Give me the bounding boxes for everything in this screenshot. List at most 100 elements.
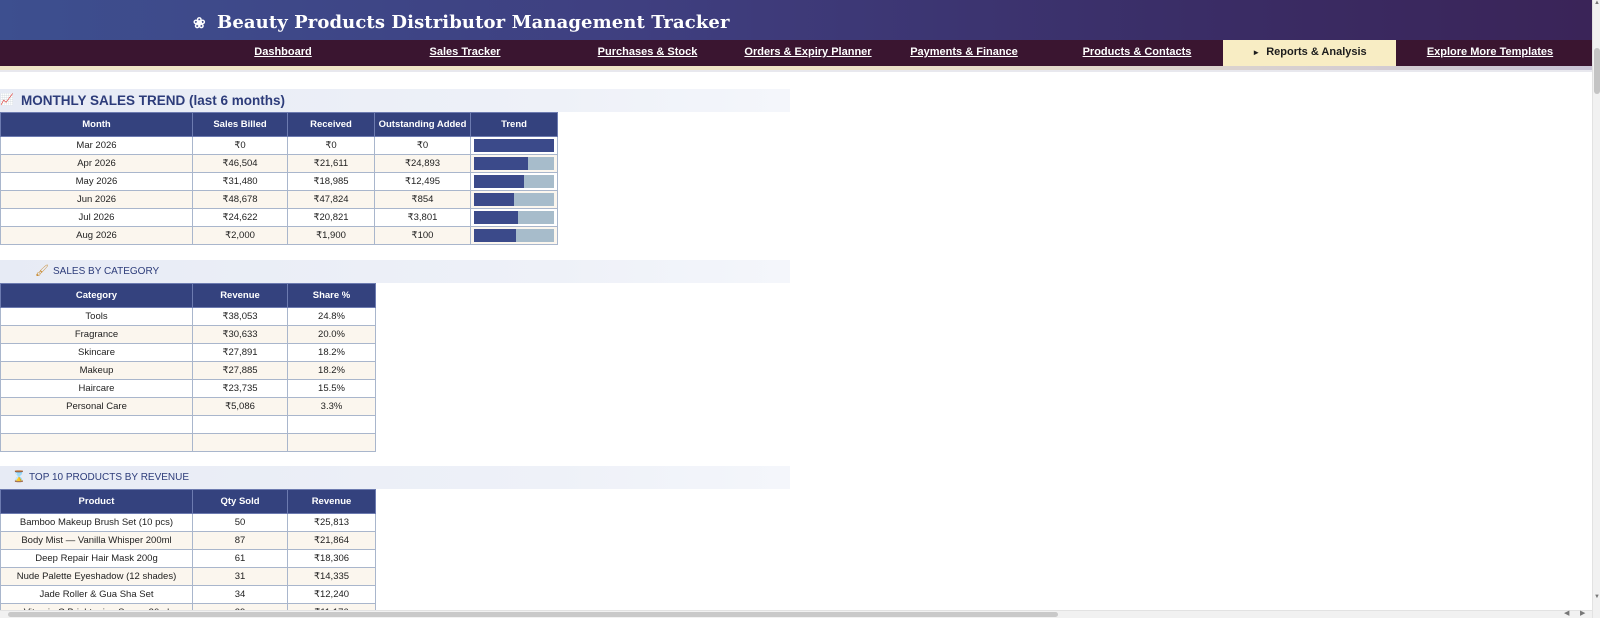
revenue-cell: ₹30,633 [192, 325, 288, 344]
qty-sold-cell: 34 [192, 585, 288, 604]
category-cell: Skincare [0, 343, 193, 362]
table-row: Jul 2026 ₹24,622 ₹20,821 ₹3,801 [0, 208, 558, 227]
tab-sales-tracker[interactable]: Sales Tracker [415, 40, 515, 66]
sales-billed-cell: ₹2,000 [192, 226, 288, 245]
category-cell [0, 415, 193, 434]
table-row: Apr 2026 ₹46,504 ₹21,611 ₹24,893 [0, 154, 558, 173]
scroll-right-icon[interactable]: ▶ [1580, 609, 1585, 617]
brush-icon: 🖌 [35, 265, 49, 277]
revenue-cell: ₹27,891 [192, 343, 288, 362]
sales-billed-cell: ₹48,678 [192, 190, 288, 209]
trend-bar-track [474, 193, 554, 206]
table-row: Tools ₹38,053 24.8% [0, 307, 376, 326]
trend-bar-track [474, 139, 554, 152]
trend-bar-fill [474, 139, 554, 152]
column-header: Qty Sold [192, 489, 288, 514]
category-cell: Personal Care [0, 397, 193, 416]
category-cell: Makeup [0, 361, 193, 380]
column-header: Trend [470, 112, 558, 137]
revenue-cell [192, 415, 288, 434]
trend-cell [470, 136, 558, 155]
trend-bar-fill [474, 157, 529, 170]
table-row: Jade Roller & Gua Sha Set 34 ₹12,240 [0, 585, 376, 604]
tab-orders-expiry[interactable]: Orders & Expiry Planner [738, 40, 878, 66]
horizontal-scrollbar[interactable]: ◀ ▶ [0, 610, 1592, 618]
revenue-cell: ₹21,864 [287, 531, 376, 550]
share-cell: 18.2% [287, 343, 376, 362]
horizontal-scroll-thumb[interactable] [8, 612, 1058, 617]
scroll-left-icon[interactable]: ◀ [1564, 609, 1569, 617]
received-cell: ₹47,824 [287, 190, 375, 209]
table-row [0, 433, 376, 452]
trend-bar-track [474, 211, 554, 224]
product-cell: Bamboo Makeup Brush Set (10 pcs) [0, 513, 193, 532]
outstanding-cell: ₹12,495 [374, 172, 471, 191]
scroll-up-icon[interactable]: ▲ [1593, 0, 1600, 8]
column-header: Product [0, 489, 193, 514]
month-cell: Mar 2026 [0, 136, 193, 155]
month-cell: Apr 2026 [0, 154, 193, 173]
trend-bar-track [474, 157, 554, 170]
table-header-row: Month Sales Billed Received Outstanding … [0, 112, 558, 137]
trend-cell [470, 172, 558, 191]
column-header: Month [0, 112, 193, 137]
scroll-down-icon[interactable]: ▼ [1593, 594, 1600, 602]
revenue-cell: ₹18,306 [287, 549, 376, 568]
monthly-sales-table: Month Sales Billed Received Outstanding … [0, 112, 558, 245]
tab-dashboard[interactable]: Dashboard [233, 40, 333, 66]
trend-bar-fill [474, 175, 525, 188]
share-cell: 24.8% [287, 307, 376, 326]
sales-billed-cell: ₹46,504 [192, 154, 288, 173]
outstanding-cell: ₹3,801 [374, 208, 471, 227]
tab-explore-templates[interactable]: Explore More Templates [1415, 40, 1565, 66]
chart-icon: 📈 [0, 94, 14, 106]
vertical-scroll-thumb[interactable] [1594, 48, 1600, 94]
play-arrow-icon: ► [1252, 48, 1261, 57]
category-cell [0, 433, 193, 452]
nav-bar: Dashboard Sales Tracker Purchases & Stoc… [0, 40, 1592, 66]
vertical-scrollbar[interactable]: ▲ ▼ [1592, 0, 1600, 618]
sales-billed-cell: ₹31,480 [192, 172, 288, 191]
table-row: Haircare ₹23,735 15.5% [0, 379, 376, 398]
flower-icon: ❀ [193, 14, 206, 32]
trend-bar-track [474, 229, 554, 242]
column-header: Category [0, 283, 193, 308]
table-row: Jun 2026 ₹48,678 ₹47,824 ₹854 [0, 190, 558, 209]
section-monthly-sales: 📈 MONTHLY SALES TREND (last 6 months) [0, 89, 790, 112]
table-row: Fragrance ₹30,633 20.0% [0, 325, 376, 344]
table-row: Nude Palette Eyeshadow (12 shades) 31 ₹14,… [0, 567, 376, 586]
table-row: Mar 2026 ₹0 ₹0 ₹0 [0, 136, 558, 155]
tab-reports-analysis[interactable]: ► Reports & Analysis [1223, 40, 1396, 66]
page-title-text: Beauty Products Distributor Management T… [217, 12, 730, 33]
table-row: Bamboo Makeup Brush Set (10 pcs) 50 ₹25,81… [0, 513, 376, 532]
trend-bar-fill [474, 211, 518, 224]
month-cell: May 2026 [0, 172, 193, 191]
trend-bar-fill [474, 229, 516, 242]
spreadsheet-window: ❀ Beauty Products Distributor Management … [0, 0, 1600, 618]
received-cell: ₹18,985 [287, 172, 375, 191]
column-header: Sales Billed [192, 112, 288, 137]
trend-bar-track [474, 175, 554, 188]
share-cell [287, 433, 376, 452]
revenue-cell: ₹5,086 [192, 397, 288, 416]
tab-products-contacts[interactable]: Products & Contacts [1077, 40, 1197, 66]
column-header: Revenue [192, 283, 288, 308]
revenue-cell: ₹25,813 [287, 513, 376, 532]
table-row: Personal Care ₹5,086 3.3% [0, 397, 376, 416]
product-cell: Body Mist — Vanilla Whisper 200ml [0, 531, 193, 550]
table-row: Skincare ₹27,891 18.2% [0, 343, 376, 362]
qty-sold-cell: 31 [192, 567, 288, 586]
tab-payments-finance[interactable]: Payments & Finance [904, 40, 1024, 66]
nav-divider-shadow [0, 70, 1592, 72]
tab-purchases-stock[interactable]: Purchases & Stock [585, 40, 710, 66]
month-cell: Jun 2026 [0, 190, 193, 209]
trend-cell [470, 226, 558, 245]
received-cell: ₹1,900 [287, 226, 375, 245]
revenue-cell: ₹38,053 [192, 307, 288, 326]
outstanding-cell: ₹0 [374, 136, 471, 155]
outstanding-cell: ₹24,893 [374, 154, 471, 173]
month-cell: Jul 2026 [0, 208, 193, 227]
sales-billed-cell: ₹0 [192, 136, 288, 155]
qty-sold-cell: 50 [192, 513, 288, 532]
share-cell: 18.2% [287, 361, 376, 380]
